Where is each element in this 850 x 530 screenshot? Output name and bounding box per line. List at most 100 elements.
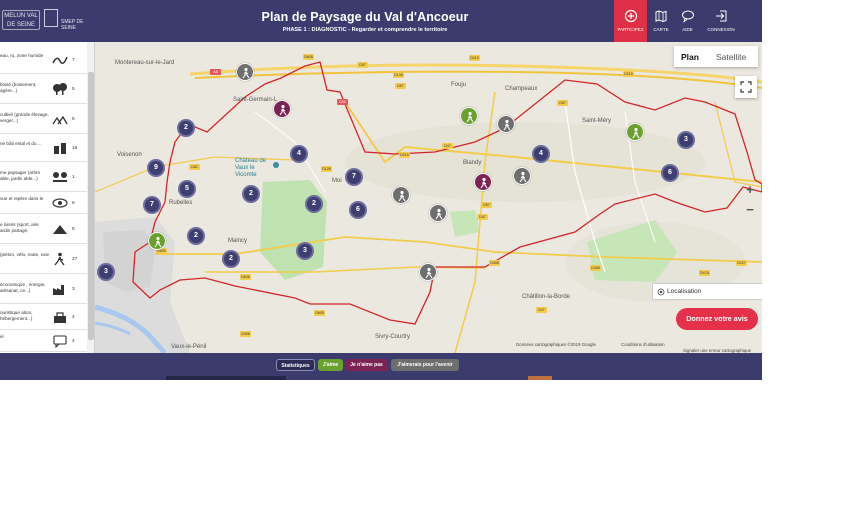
map-type-control: Plan Satellite <box>674 46 758 67</box>
nav-carte-button[interactable]: CARTE <box>647 0 675 42</box>
map-cluster-marker[interactable]: 2 <box>177 119 195 137</box>
map-cluster-marker[interactable]: 7 <box>345 168 363 186</box>
map-base <box>95 61 762 353</box>
map-cluster-marker[interactable]: 5 <box>178 180 196 198</box>
road-shield: A5 <box>210 69 221 75</box>
smep-logo[interactable]: SMEP DE SEINE <box>44 9 96 31</box>
road-shield: D57 <box>395 83 406 89</box>
sidebar-category-item[interactable]: boisé (boisement, agère...) 5 <box>0 74 88 104</box>
road-shield: D138 <box>393 72 404 78</box>
sidebar-category-item[interactable]: me paysager (arbre able, jardin able...)… <box>0 162 88 192</box>
walk-icon <box>435 208 443 220</box>
map-avis-marker[interactable] <box>497 115 515 133</box>
map-avis-marker[interactable] <box>236 63 254 81</box>
factory-icon <box>53 285 64 295</box>
map-cluster-marker[interactable]: 2 <box>187 227 205 245</box>
sidebar-category-item[interactable]: ne bâti ental et du ... 16 <box>0 134 88 162</box>
header-bar: MELUN VAL DE SEINE SMEP DE SEINE Plan de… <box>0 0 762 42</box>
category-label: cultivé (grande élevage, verger...) <box>0 112 49 123</box>
donnez-votre-avis-button[interactable]: Donnez votre avis <box>676 308 758 330</box>
sidebar-category-item[interactable]: e loisirs (sport, aire ardin partagé, 5 <box>0 214 88 244</box>
map-avis-marker[interactable] <box>392 186 410 204</box>
map-avis-marker[interactable] <box>513 167 531 185</box>
walk-icon <box>480 177 488 189</box>
walk-icon <box>54 252 65 266</box>
sidebar-category-item[interactable]: ouristique ation, hébergement...) 4 <box>0 304 88 330</box>
map-type-plan-button[interactable]: Plan <box>681 52 699 62</box>
nav-connexion-button[interactable]: CONNEXION <box>700 0 742 42</box>
fullscreen-button[interactable] <box>735 76 757 98</box>
melun-logo[interactable]: MELUN VAL DE SEINE <box>2 10 40 30</box>
road-shield: D605 <box>303 54 314 60</box>
map-avis-marker[interactable] <box>626 123 644 141</box>
road-shield: D636 <box>240 274 251 280</box>
map-avis-marker[interactable] <box>474 173 492 191</box>
page-subtitle: PHASE 1 : DIAGNOSTIC - Regarder et compr… <box>282 27 448 33</box>
sidebar-category-item[interactable]: cultivé (grande élevage, verger...) 5 <box>0 104 88 134</box>
category-count: 5 <box>72 87 75 92</box>
map-cluster-marker[interactable]: 4 <box>290 145 308 163</box>
map-cluster-marker[interactable]: 6 <box>661 164 679 182</box>
category-label: économique , énergie, artisanat, ce...) <box>0 282 46 293</box>
map-cluster-marker[interactable]: 2 <box>242 185 260 203</box>
nav-participez-button[interactable]: PARTICIPEZ <box>614 0 647 42</box>
map-avis-marker[interactable] <box>460 107 478 125</box>
map-cluster-marker[interactable]: 2 <box>305 195 323 213</box>
sidebar-category-item[interactable]: el 4 <box>0 330 88 352</box>
category-sidebar: eau, ru, zone humide 7 boisé (boisement, a… <box>0 42 95 353</box>
map-place-label: Saint-Germain-L <box>233 97 278 103</box>
road-shield: D57 <box>557 100 568 106</box>
map-avis-marker[interactable] <box>429 204 447 222</box>
road-shield: D82 <box>189 164 200 170</box>
terms-link[interactable]: Conditions d'utilisation <box>621 342 665 347</box>
scrollbar-thumb[interactable] <box>88 72 94 340</box>
app-window: MELUN VAL DE SEINE SMEP DE SEINE Plan de… <box>0 0 762 380</box>
category-label: ouristique ation, hébergement...) <box>0 310 33 321</box>
zoom-out-button[interactable]: − <box>738 202 762 222</box>
nav-aide-button[interactable]: AIDE <box>675 0 700 42</box>
map-canvas[interactable]: Montereau-sur-le-Jard Saint-Germain-L Fouj… <box>95 42 762 353</box>
map-type-satellite-button[interactable]: Satellite <box>716 52 746 62</box>
nav-label: CARTE <box>653 27 669 32</box>
map-cluster-marker[interactable]: 6 <box>349 201 367 219</box>
map-place-label: Moi <box>332 178 342 184</box>
map-cluster-marker[interactable]: 3 <box>677 131 695 149</box>
walk-icon <box>466 111 474 123</box>
map-cluster-marker[interactable]: 7 <box>143 196 161 214</box>
statistiques-button[interactable]: Statistiques <box>276 359 315 371</box>
sidebar-category-item[interactable]: vue et repère dans le 6 <box>0 192 88 214</box>
map-cluster-marker[interactable]: 4 <box>532 145 550 163</box>
localisation-button[interactable]: Localisation <box>652 283 762 300</box>
zoom-in-button[interactable]: + <box>738 182 762 202</box>
garden-icon <box>53 172 67 182</box>
sidebar-category-item[interactable]: (piéton, vélo, route, voie 27 <box>0 244 88 274</box>
map-cluster-marker[interactable]: 9 <box>147 159 165 177</box>
map-avis-marker[interactable] <box>419 263 437 281</box>
map-avis-marker[interactable] <box>273 100 291 118</box>
localisation-label: Localisation <box>667 288 702 295</box>
sidebar-scrollbar[interactable] <box>87 42 94 353</box>
map-data-attribution: Données cartographiques ©2019 Google <box>516 342 596 347</box>
road-shield: D47 <box>477 214 488 220</box>
jaime-filter-button[interactable]: J'aime <box>318 359 343 371</box>
category-label: boisé (boisement, agère...) <box>0 82 37 93</box>
sidebar-category-item[interactable]: économique , énergie, artisanat, ce...) 3 <box>0 274 88 304</box>
filter-bar: Statistiques J'aime Je n'aime pas J'aime… <box>0 353 762 380</box>
category-count: 16 <box>72 146 78 151</box>
nav-label: CONNEXION <box>707 27 735 32</box>
category-label: eau, ru, zone humide <box>0 53 44 58</box>
page-title: Plan de Paysage du Val d'Ancoeur <box>261 10 469 24</box>
fullscreen-icon <box>740 81 752 93</box>
map-cluster-marker[interactable]: 3 <box>97 263 115 281</box>
avenir-filter-button[interactable]: J'aimerais pour l'avenir <box>391 359 459 371</box>
walk-icon <box>398 190 406 202</box>
map-cluster-marker[interactable]: 2 <box>222 250 240 268</box>
map-cluster-marker[interactable]: 3 <box>296 242 314 260</box>
road-shield: D227 <box>736 260 747 266</box>
jaime-pas-filter-button[interactable]: Je n'aime pas <box>345 359 388 371</box>
walk-icon <box>519 171 527 183</box>
sidebar-category-item[interactable]: eau, ru, zone humide 7 <box>0 46 88 74</box>
category-count: 6 <box>72 201 75 206</box>
smep-logo-text: SMEP DE SEINE <box>61 19 84 31</box>
map-avis-marker[interactable] <box>148 232 166 250</box>
